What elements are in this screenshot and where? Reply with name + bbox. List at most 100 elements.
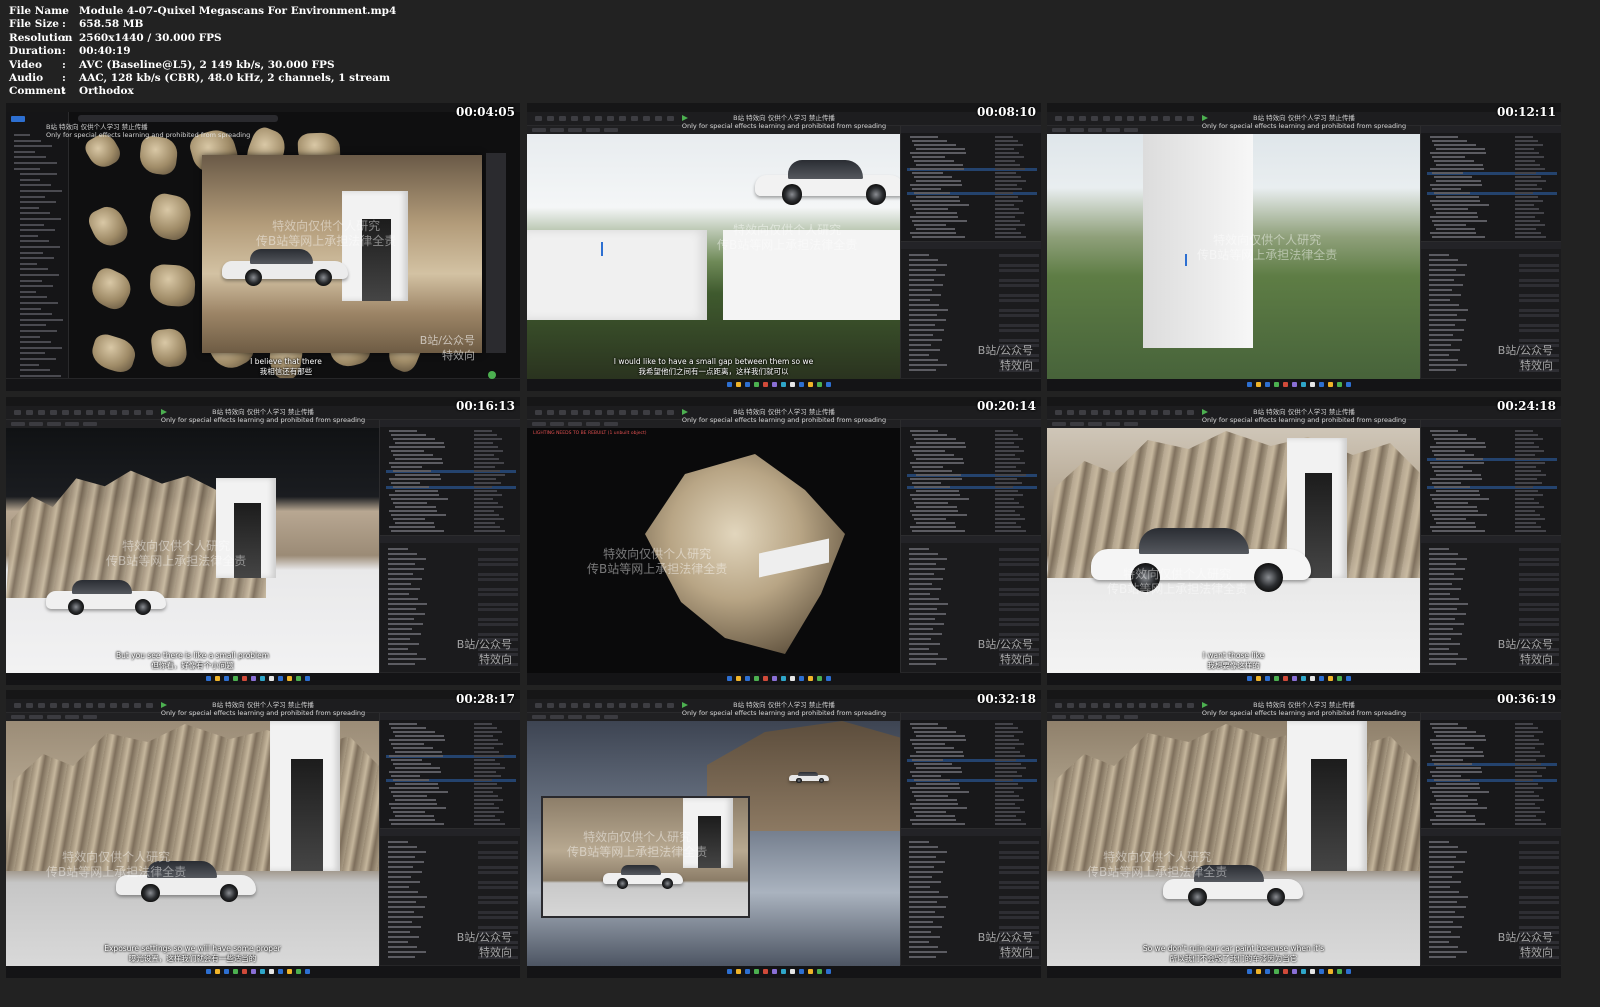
- details-row[interactable]: [907, 588, 1039, 591]
- taskbar-app-icon[interactable]: [727, 382, 732, 387]
- details-row[interactable]: [386, 876, 516, 879]
- details-row[interactable]: [907, 861, 1037, 864]
- outliner-row[interactable]: [1427, 200, 1557, 203]
- outliner-row[interactable]: [1427, 522, 1557, 525]
- outliner-row[interactable]: [1427, 224, 1557, 227]
- bridge-sidebar-item[interactable]: [20, 268, 48, 271]
- outliner-row[interactable]: [907, 530, 1037, 533]
- outliner-row[interactable]: [1427, 466, 1557, 469]
- taskbar-app-icon[interactable]: [269, 969, 274, 974]
- outliner-row[interactable]: [386, 787, 516, 790]
- details-row[interactable]: [1427, 613, 1557, 616]
- details-row[interactable]: [1427, 284, 1559, 287]
- outliner-row[interactable]: [386, 454, 516, 457]
- details-row[interactable]: [907, 304, 1037, 307]
- outliner-row[interactable]: [907, 212, 1037, 215]
- property-field[interactable]: [1519, 264, 1559, 267]
- outliner-row[interactable]: [907, 216, 1037, 219]
- taskbar-app-icon[interactable]: [1301, 969, 1306, 974]
- outliner-row[interactable]: [907, 204, 1037, 207]
- outliner-row[interactable]: [1427, 759, 1557, 762]
- outliner-row[interactable]: [1427, 751, 1557, 754]
- bridge-sidebar-item[interactable]: [20, 190, 62, 192]
- taskbar-app-icon[interactable]: [799, 676, 804, 681]
- outliner-row[interactable]: [1427, 783, 1557, 786]
- outliner-row[interactable]: [1427, 172, 1557, 175]
- taskbar-app-icon[interactable]: [826, 382, 831, 387]
- taskbar-app-icon[interactable]: [1256, 676, 1261, 681]
- outliner-row[interactable]: [386, 767, 516, 770]
- outliner-row[interactable]: [907, 160, 1037, 163]
- details-row[interactable]: [1427, 319, 1557, 322]
- outliner-row[interactable]: [386, 743, 516, 746]
- details-row[interactable]: [907, 583, 1037, 586]
- bridge-sidebar-item[interactable]: [20, 279, 42, 282]
- outliner-row[interactable]: [907, 751, 1037, 754]
- megascans-rock-asset[interactable]: [86, 264, 136, 314]
- outliner-row[interactable]: [386, 466, 516, 469]
- outliner-row[interactable]: [386, 727, 516, 730]
- outliner-row[interactable]: [907, 735, 1037, 738]
- outliner-row[interactable]: [907, 180, 1037, 183]
- taskbar-app-icon[interactable]: [808, 676, 813, 681]
- property-field[interactable]: [1519, 324, 1559, 327]
- details-row[interactable]: [386, 856, 518, 859]
- property-field[interactable]: [1519, 548, 1559, 551]
- details-row[interactable]: [907, 871, 1039, 874]
- outliner-row[interactable]: [1427, 474, 1557, 477]
- details-row[interactable]: [386, 906, 516, 909]
- details-row[interactable]: [386, 871, 518, 874]
- bridge-sidebar-item[interactable]: [14, 167, 40, 170]
- details-row[interactable]: [1427, 618, 1559, 621]
- outliner-row[interactable]: [907, 188, 1037, 191]
- bridge-sidebar-item[interactable]: [20, 229, 55, 232]
- outliner-row[interactable]: [386, 470, 516, 473]
- outliner-row[interactable]: [1427, 434, 1557, 437]
- taskbar-app-icon[interactable]: [233, 969, 238, 974]
- taskbar-app-icon[interactable]: [763, 382, 768, 387]
- taskbar-app-icon[interactable]: [287, 969, 292, 974]
- details-row[interactable]: [386, 603, 518, 606]
- taskbar-app-icon[interactable]: [1283, 969, 1288, 974]
- outliner-row[interactable]: [386, 506, 516, 509]
- taskbar-app-icon[interactable]: [1283, 676, 1288, 681]
- details-row[interactable]: [907, 314, 1039, 317]
- details-row[interactable]: [386, 921, 516, 924]
- details-row[interactable]: [1427, 628, 1557, 631]
- property-field[interactable]: [999, 603, 1039, 606]
- property-field[interactable]: [478, 866, 518, 869]
- property-field[interactable]: [1519, 603, 1559, 606]
- details-row[interactable]: [386, 598, 516, 601]
- outliner-row[interactable]: [907, 136, 1037, 139]
- property-field[interactable]: [999, 851, 1039, 854]
- property-field[interactable]: [1519, 866, 1559, 869]
- details-row[interactable]: [1427, 876, 1557, 879]
- details-row[interactable]: [1427, 264, 1559, 267]
- details-row[interactable]: [386, 568, 516, 571]
- outliner-row[interactable]: [386, 779, 516, 782]
- outliner-row[interactable]: [1427, 518, 1557, 521]
- outliner-row[interactable]: [907, 434, 1037, 437]
- outliner-row[interactable]: [386, 518, 516, 521]
- outliner-row[interactable]: [907, 482, 1037, 485]
- taskbar-app-icon[interactable]: [260, 969, 265, 974]
- property-field[interactable]: [999, 911, 1039, 914]
- outliner-row[interactable]: [386, 791, 516, 794]
- taskbar-app-icon[interactable]: [736, 382, 741, 387]
- outliner-row[interactable]: [907, 739, 1037, 742]
- property-field[interactable]: [1519, 881, 1559, 884]
- details-row[interactable]: [907, 926, 1039, 929]
- outliner-row[interactable]: [1427, 212, 1557, 215]
- taskbar-app-icon[interactable]: [278, 969, 283, 974]
- megascans-rock-asset[interactable]: [137, 134, 180, 177]
- property-field[interactable]: [478, 926, 518, 929]
- outliner-row[interactable]: [907, 727, 1037, 730]
- property-field[interactable]: [1519, 314, 1559, 317]
- taskbar-app-icon[interactable]: [1301, 382, 1306, 387]
- taskbar-app-icon[interactable]: [817, 382, 822, 387]
- property-field[interactable]: [1519, 926, 1559, 929]
- outliner-row[interactable]: [386, 458, 516, 461]
- outliner-row[interactable]: [907, 787, 1037, 790]
- outliner-row[interactable]: [1427, 144, 1557, 147]
- outliner-row[interactable]: [907, 799, 1037, 802]
